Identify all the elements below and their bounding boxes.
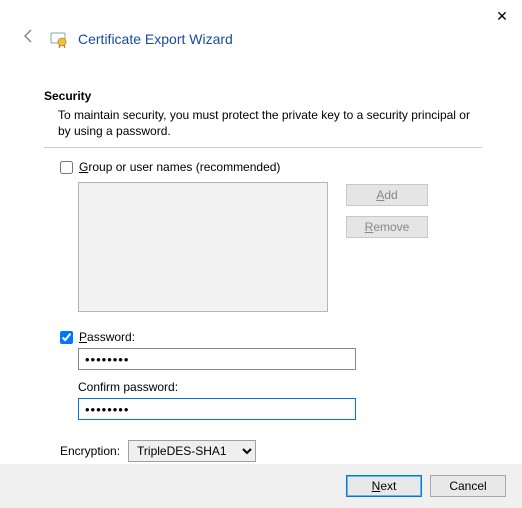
confirm-password-input[interactable] — [78, 398, 356, 420]
password-label[interactable]: Password: — [79, 330, 135, 344]
back-arrow-icon[interactable] — [20, 28, 38, 49]
footer-bar: Next Cancel — [0, 464, 522, 508]
group-side-buttons: Add Remove — [346, 182, 428, 312]
remove-button: Remove — [346, 216, 428, 238]
next-button[interactable]: Next — [346, 475, 422, 497]
encryption-label: Encryption: — [60, 444, 120, 458]
certificate-wizard-icon — [48, 29, 68, 49]
group-area: Add Remove — [78, 182, 482, 312]
password-input[interactable] — [78, 348, 356, 370]
wizard-header: Certificate Export Wizard — [0, 0, 522, 59]
password-checkbox[interactable] — [60, 331, 73, 344]
divider — [44, 147, 482, 148]
group-names-label[interactable]: Group or user names (recommended) — [79, 160, 280, 174]
encryption-row: Encryption: TripleDES-SHA1 — [60, 440, 482, 462]
cancel-button[interactable]: Cancel — [430, 475, 506, 497]
add-button: Add — [346, 184, 428, 206]
confirm-password-label: Confirm password: — [78, 380, 482, 394]
close-icon[interactable]: ✕ — [492, 6, 512, 26]
group-names-checkbox[interactable] — [60, 161, 73, 174]
group-names-row: Group or user names (recommended) — [60, 160, 482, 174]
password-block: Password: Confirm password: — [60, 330, 482, 430]
password-row: Password: — [60, 330, 482, 344]
security-description: To maintain security, you must protect t… — [58, 107, 482, 139]
security-heading: Security — [44, 89, 482, 103]
page-title: Certificate Export Wizard — [78, 31, 233, 47]
group-listbox — [78, 182, 328, 312]
content-area: Security To maintain security, you must … — [0, 59, 522, 462]
encryption-select[interactable]: TripleDES-SHA1 — [128, 440, 256, 462]
